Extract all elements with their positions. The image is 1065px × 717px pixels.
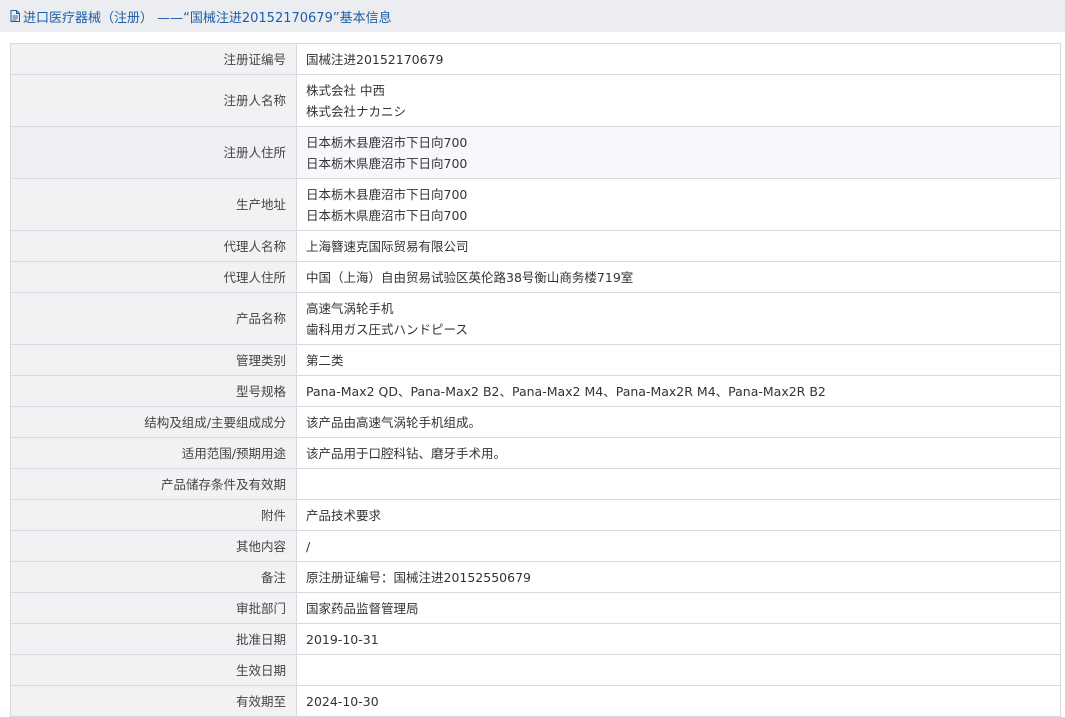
- table-row: 产品名称 高速气涡轮手机歯科用ガス圧式ハンドピース: [10, 292, 1061, 345]
- row-label: 适用范围/预期用途: [10, 437, 297, 469]
- info-table-body: 注册证编号 国械注进20152170679 注册人名称 株式会社 中西 株式会社ナカニシ…: [10, 43, 1061, 717]
- value-line: 第二类: [306, 352, 344, 368]
- table-row: 附件 产品技术要求: [10, 499, 1061, 531]
- row-value: 原注册证编号：国械注进20152550679: [296, 561, 1061, 593]
- value-line: 株式会社ナカニシ: [306, 103, 407, 119]
- table-row: 产品储存条件及有效期: [10, 468, 1061, 500]
- row-value: [296, 654, 1061, 686]
- row-value: /: [296, 530, 1061, 562]
- row-label: 代理人名称: [10, 230, 297, 262]
- row-value: 高速气涡轮手机歯科用ガス圧式ハンドピース: [296, 292, 1061, 345]
- value-line: 原注册证编号：国械注进20152550679: [306, 569, 531, 585]
- table-row: 生产地址 日本栃木县鹿沼市下日向700 日本栃木県鹿沼市下日向700: [10, 178, 1061, 231]
- info-table-container: 注册证编号 国械注进20152170679 注册人名称 株式会社 中西 株式会社ナカニシ…: [10, 43, 1061, 717]
- value-line: 2019-10-31: [306, 631, 379, 647]
- value-line: 日本栃木县鹿沼市下日向700: [306, 186, 468, 202]
- row-label: 结构及组成/主要组成成分: [10, 406, 297, 438]
- value-line: 日本栃木県鹿沼市下日向700: [306, 155, 468, 171]
- row-value: 该产品由高速气涡轮手机组成。: [296, 406, 1061, 438]
- value-line: 高速气涡轮手机: [306, 300, 394, 316]
- table-row: 管理类别 第二类: [10, 344, 1061, 376]
- row-label: 生产地址: [10, 178, 297, 231]
- row-value: 中国（上海）自由贸易试验区英伦路38号衡山商务楼719室: [296, 261, 1061, 293]
- value-line: 产品技术要求: [306, 507, 382, 523]
- table-row: 注册人住所 日本栃木县鹿沼市下日向700 日本栃木県鹿沼市下日向700: [10, 126, 1061, 179]
- document-icon: [10, 10, 20, 22]
- value-line: 该产品由高速气涡轮手机组成。: [306, 414, 482, 430]
- row-value: 日本栃木县鹿沼市下日向700 日本栃木県鹿沼市下日向700: [296, 178, 1061, 231]
- table-row: 注册人名称 株式会社 中西株式会社ナカニシ: [10, 74, 1061, 127]
- row-label: 注册人住所: [10, 126, 297, 179]
- row-value: 国械注进20152170679: [296, 43, 1061, 75]
- value-line: 中国（上海）自由贸易试验区英伦路38号衡山商务楼719室: [306, 269, 634, 285]
- row-label: 其他内容: [10, 530, 297, 562]
- row-value: 2024-10-30: [296, 685, 1061, 717]
- table-row: 代理人名称 上海簪速克国际贸易有限公司: [10, 230, 1061, 262]
- row-label: 注册证编号: [10, 43, 297, 75]
- value-line: Pana-Max2 QD、Pana-Max2 B2、Pana-Max2 M4、P…: [306, 383, 826, 399]
- row-label: 产品名称: [10, 292, 297, 345]
- value-line: 该产品用于口腔科钻、磨牙手术用。: [306, 445, 507, 461]
- page-title: 进口医疗器械（注册） ——“国械注进20152170679”基本信息: [23, 10, 392, 26]
- row-value: 国家药品监督管理局: [296, 592, 1061, 624]
- value-line: /: [306, 538, 311, 554]
- row-value: [296, 468, 1061, 500]
- table-row: 生效日期: [10, 654, 1061, 686]
- row-label: 审批部门: [10, 592, 297, 624]
- row-value: 第二类: [296, 344, 1061, 376]
- table-row: 审批部门 国家药品监督管理局: [10, 592, 1061, 624]
- row-label: 生效日期: [10, 654, 297, 686]
- info-table: 注册证编号 国械注进20152170679 注册人名称 株式会社 中西 株式会社ナカニシ…: [10, 43, 1061, 717]
- table-row: 适用范围/预期用途 该产品用于口腔科钻、磨牙手术用。: [10, 437, 1061, 469]
- value-line: 日本栃木县鹿沼市下日向700: [306, 134, 468, 150]
- row-value: 该产品用于口腔科钻、磨牙手术用。: [296, 437, 1061, 469]
- row-label: 产品储存条件及有效期: [10, 468, 297, 500]
- value-line: 日本栃木県鹿沼市下日向700: [306, 207, 468, 223]
- value-line: 上海簪速克国际贸易有限公司: [306, 238, 469, 254]
- value-line: 歯科用ガス圧式ハンドピース: [306, 321, 468, 337]
- table-row: 结构及组成/主要组成成分 该产品由高速气涡轮手机组成。: [10, 406, 1061, 438]
- table-row: 其他内容 /: [10, 530, 1061, 562]
- row-value: 日本栃木县鹿沼市下日向700 日本栃木県鹿沼市下日向700: [296, 126, 1061, 179]
- value-line: 2024-10-30: [306, 693, 379, 709]
- table-row: 有效期至 2024-10-30: [10, 685, 1061, 717]
- table-row: 型号规格 Pana-Max2 QD、Pana-Max2 B2、Pana-Max2 …: [10, 375, 1061, 407]
- row-label: 附件: [10, 499, 297, 531]
- page-header: 进口医疗器械（注册） ——“国械注进20152170679”基本信息: [0, 0, 1065, 32]
- row-value: Pana-Max2 QD、Pana-Max2 B2、Pana-Max2 M4、P…: [296, 375, 1061, 407]
- row-label: 批准日期: [10, 623, 297, 655]
- row-label: 代理人住所: [10, 261, 297, 293]
- value-line: 国械注进20152170679: [306, 51, 444, 67]
- row-value: 2019-10-31: [296, 623, 1061, 655]
- table-row: 备注 原注册证编号：国械注进20152550679: [10, 561, 1061, 593]
- row-label: 有效期至: [10, 685, 297, 717]
- row-value: 株式会社 中西株式会社ナカニシ: [296, 74, 1061, 127]
- table-row: 注册证编号 国械注进20152170679: [10, 43, 1061, 75]
- row-label: 管理类别: [10, 344, 297, 376]
- row-label: 备注: [10, 561, 297, 593]
- value-line: 株式会社 中西: [306, 82, 385, 98]
- table-row: 批准日期 2019-10-31: [10, 623, 1061, 655]
- value-line: 国家药品监督管理局: [306, 600, 419, 616]
- row-label: 型号规格: [10, 375, 297, 407]
- row-label: 注册人名称: [10, 74, 297, 127]
- table-row: 代理人住所 中国（上海）自由贸易试验区英伦路38号衡山商务楼719室: [10, 261, 1061, 293]
- row-value: 产品技术要求: [296, 499, 1061, 531]
- row-value: 上海簪速克国际贸易有限公司: [296, 230, 1061, 262]
